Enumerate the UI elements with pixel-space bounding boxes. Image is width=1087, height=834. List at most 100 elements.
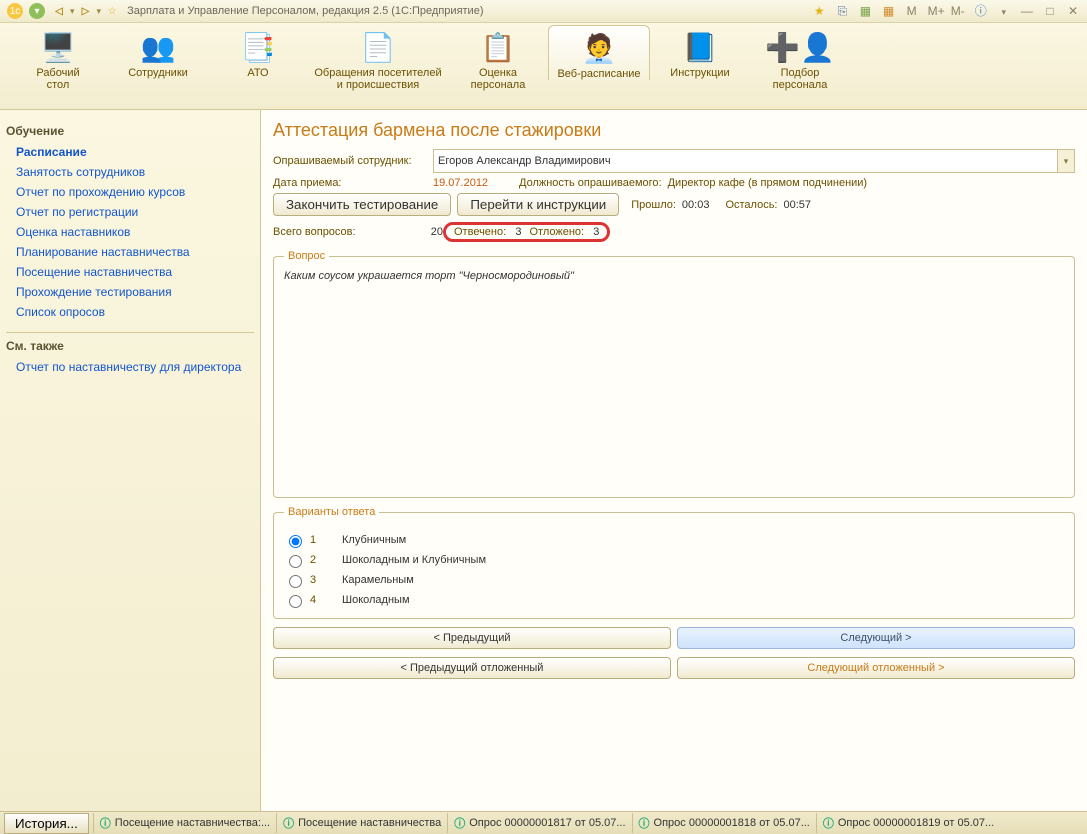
tool-recruit[interactable]: ➕👤Подбор персонала [750,27,850,91]
main-panel: Аттестация бармена после стажировки Опра… [261,110,1087,815]
sidebar-item-mentor-eval[interactable]: Оценка наставников [6,222,254,242]
goto-instruction-button[interactable]: Перейти к инструкции [457,193,619,216]
star-icon[interactable]: ★ [812,4,826,18]
m-icon[interactable]: M [905,4,919,18]
sidebar-item-employment[interactable]: Занятость сотрудников [6,162,254,182]
sidebar-item-director-report[interactable]: Отчет по наставничеству для директора [6,357,254,377]
tool-webschedule[interactable]: 🧑‍💼Веб-расписание [548,25,650,80]
tool-instructions[interactable]: 📘Инструкции [650,27,750,79]
bottom-tab[interactable]: ⓘ Опрос 00000001817 от 05.07... [447,813,631,833]
info-icon: ⓘ [823,815,834,831]
bottom-tab[interactable]: ⓘОпрос 00000001818 от 05.07... [632,813,816,833]
tool-ato[interactable]: 📑АТО [208,27,308,79]
elapsed-value: 00:03 [682,199,710,211]
employee-field[interactable]: Егоров Александр Владимирович [433,149,1058,173]
elapsed-label: Прошло: [631,199,676,211]
history-back-icon[interactable]: ◁ [51,3,67,19]
bottom-tab-label: Опрос 00000001818 от 05.07... [654,817,810,829]
answer-num: 4 [310,594,324,606]
main-toolbar: 🖥️Рабочий стол 👥Сотрудники 📑АТО 📄Обращен… [0,23,1087,110]
history-back-dd-icon[interactable]: ▾ [70,6,75,17]
position-label: Должность опрашиваемого: [519,177,662,189]
link-icon[interactable]: ⎘ [835,4,849,18]
sidebar-item-reg-report[interactable]: Отчет по регистрации [6,202,254,222]
bottom-tab[interactable]: ⓘПосещение наставничества [276,813,447,833]
answer-row[interactable]: 2Шоколадным и Клубничным [284,550,1064,570]
mminus-icon[interactable]: M- [951,4,965,18]
history-button[interactable]: История... [4,813,89,834]
answer-radio-3[interactable] [289,575,302,588]
answers-fieldset: Варианты ответа 1Клубничным 2Шоколадным … [273,506,1075,619]
tool-appeals[interactable]: 📄Обращения посетителей и происшествия [308,27,448,91]
prev-postponed-button[interactable]: < Предыдущий отложенный [273,657,671,679]
close-icon[interactable]: ✕ [1066,4,1080,18]
sidebar-group-seealso: См. также [6,332,254,353]
question-fieldset: Вопрос Каким соусом украшается торт "Чер… [273,250,1075,498]
sidebar-item-schedule[interactable]: Расписание [6,142,254,162]
bottom-tab-label: Посещение наставничества:... [115,817,270,829]
bottom-tab-label: Посещение наставничества [298,817,441,829]
bottom-tab-label: Опрос 00000001817 от 05.07... [469,817,625,829]
bottombar: История... ⓘ Посещение наставничества:...… [0,811,1087,834]
answer-row[interactable]: 4 Шоколадным [284,590,1064,610]
titlebar: 1c ▾ ◁ ▾ ▷ ▾ ☆ Зарплата и Управление Пер… [0,0,1087,23]
bottom-tab[interactable]: ⓘОпрос 00000001819 от 05.07... [816,813,1000,833]
answered-label: Отвечено: [454,226,506,238]
sidebar-item-testing[interactable]: Прохождение тестирования [6,282,254,302]
question-legend: Вопрос [284,250,329,262]
maximize-icon[interactable]: □ [1043,4,1057,18]
answer-radio-4[interactable] [289,595,302,608]
next-postponed-button[interactable]: Следующий отложенный > [677,657,1075,679]
desktop-icon: 🖥️ [8,27,108,67]
calendar-icon[interactable]: ▦ [882,4,896,18]
sidebar-item-surveys[interactable]: Список опросов [6,302,254,322]
sidebar: Обучение Расписание Занятость сотруднико… [0,110,261,815]
answer-row[interactable]: 3Карамельным [284,570,1064,590]
question-text: Каким соусом украшается торт "Черносморо… [284,270,1064,282]
app-logo-icon: 1c [7,3,23,19]
prev-button[interactable]: < Предыдущий [273,627,671,649]
remain-label: Осталось: [725,199,777,211]
total-q-label: Всего вопросов: [273,226,423,238]
postponed-label: Отложено: [529,226,584,238]
tool-evaluation[interactable]: 📋Оценка персонала [448,27,548,91]
hire-date-value: 19.07.2012 [433,177,513,189]
answer-text: Шоколадным [342,594,410,606]
history-fwd-icon[interactable]: ▷ [78,3,94,19]
window-title: Зарплата и Управление Персоналом, редакц… [127,5,483,17]
calc-icon[interactable]: ▦ [858,4,872,18]
sidebar-item-mentor-plan[interactable]: Планирование наставничества [6,242,254,262]
window-right-icons: ★ ⎘ ▦ ▦ M M+ M- ⓘ ▾ — □ ✕ [809,4,1083,19]
page-title: Аттестация бармена после стажировки [273,120,1075,141]
info-icon: ⓘ [454,815,465,831]
employee-select-icon[interactable]: ▾ [1058,149,1075,173]
employees-icon: 👥 [108,27,208,67]
instructions-icon: 📘 [650,27,750,67]
sidebar-item-course-report[interactable]: Отчет по прохождению курсов [6,182,254,202]
answer-text: Клубничным [342,534,406,546]
bottom-tab[interactable]: ⓘ Посещение наставничества:... [93,813,276,833]
answer-num: 2 [310,554,324,566]
tool-employees[interactable]: 👥Сотрудники [108,27,208,79]
answered-value: 3 [515,226,521,238]
info-icon[interactable]: ⓘ [974,4,988,18]
mplus-icon[interactable]: M+ [928,4,942,18]
info-dd-icon[interactable]: ▾ [997,5,1011,19]
tool-desktop[interactable]: 🖥️Рабочий стол [8,27,108,91]
total-q-value: 20 [423,226,443,238]
finish-test-button[interactable]: Закончить тестирование [273,193,451,216]
minimize-icon[interactable]: — [1020,4,1034,18]
appeals-icon: 📄 [308,27,448,67]
next-button[interactable]: Следующий > [677,627,1075,649]
employee-label: Опрашиваемый сотрудник: [273,155,433,167]
favorite-icon[interactable]: ☆ [104,3,120,19]
answer-row[interactable]: 1Клубничным [284,530,1064,550]
answer-radio-2[interactable] [289,555,302,568]
history-fwd-dd-icon[interactable]: ▾ [97,6,102,17]
info-icon: ⓘ [100,815,111,831]
remain-value: 00:57 [784,199,812,211]
sidebar-item-mentor-visit[interactable]: Посещение наставничества [6,262,254,282]
answers-legend: Варианты ответа [284,506,379,518]
answer-radio-1[interactable] [289,535,302,548]
menu-dropdown-icon[interactable]: ▾ [29,3,45,19]
